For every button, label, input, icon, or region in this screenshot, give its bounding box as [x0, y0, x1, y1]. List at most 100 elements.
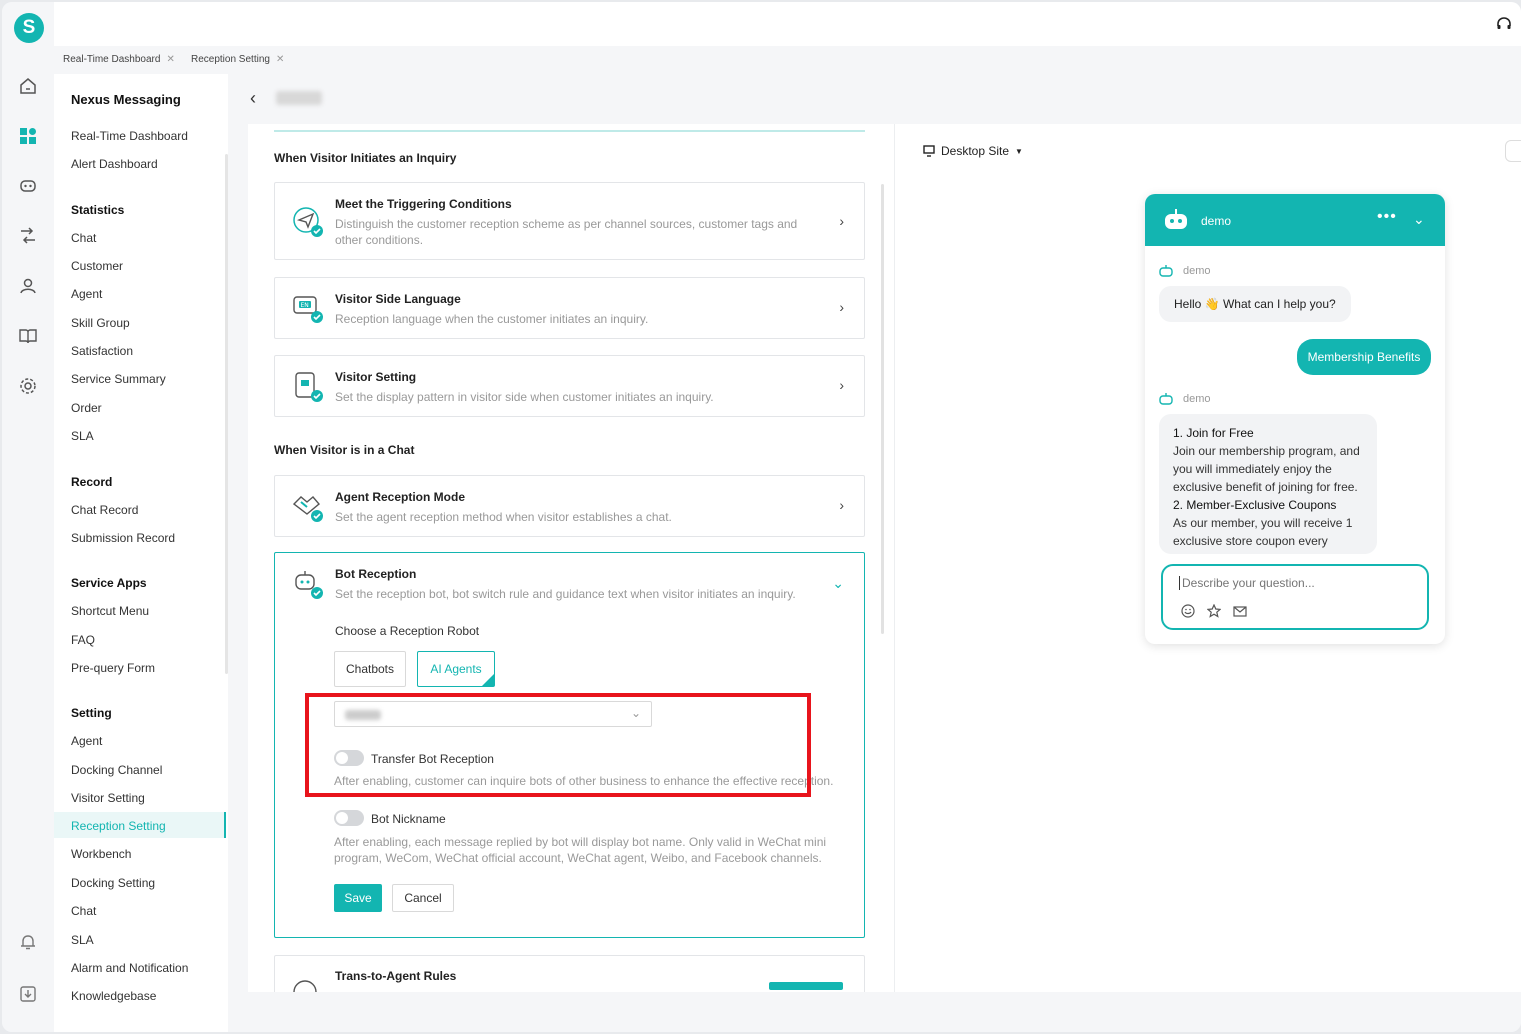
nav-heading-setting: Setting — [71, 706, 112, 720]
user-message-bubble: Membership Benefits — [1297, 339, 1431, 375]
emoji-icon[interactable] — [1181, 604, 1195, 618]
robot-check-icon — [291, 567, 325, 601]
reply-line: 1. Join for Free — [1173, 426, 1254, 440]
sidebar-item-visitor-setting[interactable]: Visitor Setting — [71, 791, 145, 805]
monitor-icon — [923, 145, 935, 157]
ai-agents-option[interactable]: AI Agents — [417, 651, 495, 687]
page-title-redacted — [276, 91, 322, 105]
card-title: Bot Reception — [335, 567, 417, 581]
card-title: Agent Reception Mode — [335, 490, 466, 504]
sidebar-item-sla[interactable]: SLA — [71, 429, 94, 443]
sidebar-item-faq[interactable]: FAQ — [71, 633, 95, 647]
more-icon[interactable]: ••• — [1377, 208, 1397, 226]
sidebar-item-docking-channel[interactable]: Docking Channel — [71, 763, 162, 777]
card-agent-reception-mode[interactable]: Agent Reception Mode Set the agent recep… — [274, 475, 865, 537]
save-button[interactable]: Save — [334, 884, 382, 912]
card-title: Trans-to-Agent Rules — [335, 969, 457, 983]
sidebar-item-satisfaction[interactable]: Satisfaction — [71, 344, 133, 358]
sidebar-item-real-time-dashboard[interactable]: Real-Time Dashboard — [71, 129, 188, 143]
card-trans-to-agent-rules[interactable]: Trans-to-Agent Rules — [274, 955, 865, 992]
sidebar-item-setting-chat[interactable]: Chat — [71, 904, 96, 918]
card-title: Visitor Side Language — [335, 292, 461, 306]
home-icon[interactable] — [16, 74, 40, 98]
tab-real-time-dashboard[interactable]: Real-Time Dashboard ✕ — [63, 54, 175, 65]
bot-nickname-toggle[interactable] — [334, 810, 364, 826]
preview-panel: Desktop Site ▼ demo ••• ⌄ demo Hello 👋 W… — [894, 124, 1521, 992]
sidebar-item-chat[interactable]: Chat — [71, 231, 96, 245]
icon-rail: S — [2, 2, 54, 1032]
sidebar-item-service-summary[interactable]: Service Summary — [71, 372, 166, 386]
dashboard-icon[interactable] — [16, 124, 40, 148]
sidebar-item-agent[interactable]: Agent — [71, 287, 102, 301]
chat-input-area[interactable] — [1161, 564, 1429, 630]
close-icon[interactable]: ✕ — [276, 54, 284, 65]
action-button-partial[interactable] — [769, 982, 843, 990]
sidebar-item-docking-setting[interactable]: Docking Setting — [71, 876, 155, 890]
flow-icon[interactable] — [16, 224, 40, 248]
chevron-down-icon[interactable]: ⌄ — [1413, 211, 1425, 228]
card-visitor-side-language[interactable]: EN Visitor Side Language Reception langu… — [274, 277, 865, 339]
download-icon[interactable] — [16, 982, 40, 1006]
star-icon[interactable] — [1207, 604, 1221, 618]
mail-icon[interactable] — [1233, 604, 1247, 618]
sidebar-item-customer[interactable]: Customer — [71, 259, 123, 273]
bot-avatar-icon — [1159, 264, 1173, 283]
user-icon[interactable] — [16, 274, 40, 298]
tab-label: Real-Time Dashboard — [63, 54, 161, 65]
reply-line: 2. Member-Exclusive Coupons — [1173, 498, 1337, 512]
sidebar-item-pre-query-form[interactable]: Pre-query Form — [71, 661, 155, 675]
caret-down-icon: ▼ — [1015, 146, 1023, 156]
bot-name-label: demo — [1183, 393, 1211, 405]
sidebar-item-alert-dashboard[interactable]: Alert Dashboard — [71, 157, 158, 171]
site-selector[interactable]: Desktop Site ▼ — [923, 144, 1023, 158]
svg-text:EN: EN — [301, 302, 309, 309]
reply-line: Join our membership program, and you wil… — [1173, 444, 1360, 494]
chevron-right-icon[interactable]: › — [839, 497, 844, 513]
book-icon[interactable] — [16, 324, 40, 348]
panel-toggle-icon[interactable] — [1505, 140, 1521, 162]
tab-bar: Real-Time Dashboard ✕ Reception Setting ✕ — [54, 46, 1521, 74]
chevron-right-icon[interactable]: › — [839, 377, 844, 393]
chevron-right-icon[interactable]: › — [839, 299, 844, 315]
section-title-inquiry: When Visitor Initiates an Inquiry — [274, 151, 457, 165]
bot-reply-bubble: 1. Join for Free Join our membership pro… — [1159, 414, 1377, 554]
sidebar-item-reception-setting[interactable]: Reception Setting — [71, 819, 166, 833]
tab-reception-setting[interactable]: Reception Setting ✕ — [191, 54, 284, 65]
bot-icon[interactable] — [16, 174, 40, 198]
sidebar-item-submission-record[interactable]: Submission Record — [71, 531, 175, 545]
gear-icon[interactable] — [16, 374, 40, 398]
sidebar-item-setting-agent[interactable]: Agent — [71, 734, 102, 748]
chatbots-option[interactable]: Chatbots — [334, 651, 406, 687]
sidebar-item-alarm-notification[interactable]: Alarm and Notification — [71, 961, 188, 975]
sidebar-scrollbar[interactable] — [225, 154, 228, 674]
card-description: Set the agent reception method when visi… — [335, 510, 672, 524]
chevron-right-icon[interactable]: › — [839, 213, 844, 229]
bot-nickname-hint: After enabling, each message replied by … — [334, 835, 827, 865]
card-title: Meet the Triggering Conditions — [335, 197, 512, 211]
close-icon[interactable]: ✕ — [166, 54, 174, 65]
panel-scrollbar[interactable] — [881, 184, 884, 634]
nav-heading-service-apps: Service Apps — [71, 576, 147, 590]
bot-avatar-icon — [1159, 392, 1173, 411]
sidebar-item-workbench[interactable]: Workbench — [71, 847, 131, 861]
back-arrow-icon[interactable]: ‹ — [250, 88, 256, 109]
nav-heading-record: Record — [71, 475, 113, 489]
card-description: Set the display pattern in visitor side … — [335, 390, 714, 404]
card-triggering-conditions[interactable]: Meet the Triggering Conditions Distingui… — [274, 182, 865, 260]
sidebar-item-order[interactable]: Order — [71, 401, 102, 415]
input-toolbar — [1181, 604, 1247, 618]
sidebar-item-knowledgebase[interactable]: Knowledgebase — [71, 989, 156, 1003]
chat-header: demo ••• ⌄ — [1145, 194, 1445, 246]
headset-icon[interactable] — [1496, 16, 1512, 37]
cancel-button[interactable]: Cancel — [392, 884, 454, 912]
question-input[interactable] — [1179, 576, 1409, 590]
sidebar-item-setting-sla[interactable]: SLA — [71, 933, 94, 947]
bell-icon[interactable] — [16, 930, 40, 954]
card-visitor-setting[interactable]: Visitor Setting Set the display pattern … — [274, 355, 865, 417]
sidebar-item-skill-group[interactable]: Skill Group — [71, 316, 130, 330]
robot-icon — [1163, 208, 1189, 237]
highlight-annotation-box — [305, 693, 811, 797]
sidebar-item-shortcut-menu[interactable]: Shortcut Menu — [71, 604, 149, 618]
sidebar-item-chat-record[interactable]: Chat Record — [71, 503, 138, 517]
chevron-down-icon[interactable]: ⌄ — [832, 575, 844, 592]
